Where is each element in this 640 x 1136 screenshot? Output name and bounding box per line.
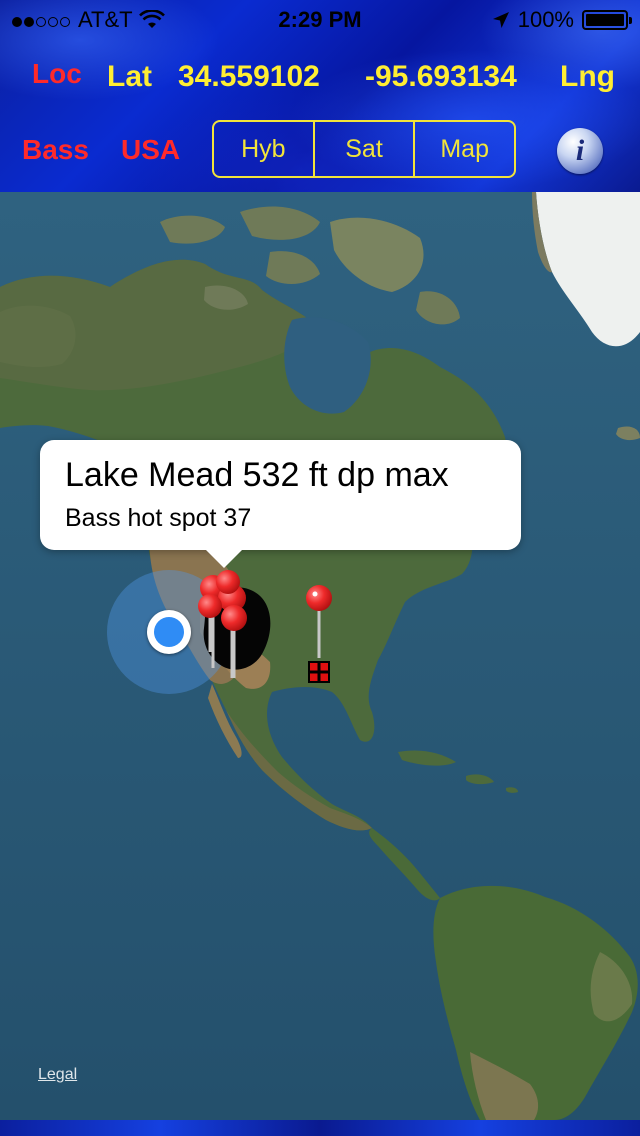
lng-value: -95.693134	[365, 60, 517, 93]
loc-button[interactable]: Loc	[32, 58, 82, 90]
pin-callout[interactable]: Lake Mead 532 ft dp max Bass hot spot 37	[40, 440, 521, 568]
battery-icon	[582, 10, 632, 30]
location-arrow-icon	[492, 12, 509, 28]
status-right: 100%	[492, 6, 632, 34]
lat-value: 34.559102	[178, 60, 320, 93]
callout-subtitle: Bass hot spot 37	[65, 504, 252, 532]
bottom-strip	[0, 1120, 640, 1136]
map-pin[interactable]	[306, 585, 332, 658]
map-pin[interactable]	[218, 584, 246, 678]
segment-map[interactable]: Map	[415, 122, 514, 176]
segment-hybrid[interactable]: Hyb	[214, 122, 315, 176]
usa-button[interactable]: USA	[121, 134, 180, 166]
lat-label: Lat	[107, 60, 152, 93]
legal-link[interactable]: Legal	[38, 1066, 77, 1084]
battery-percent: 100%	[517, 7, 574, 32]
map-pins	[198, 570, 332, 683]
segment-satellite[interactable]: Sat	[315, 122, 416, 176]
callout-title: Lake Mead 532 ft dp max	[65, 456, 449, 494]
bass-button[interactable]: Bass	[22, 134, 89, 166]
lng-label: Lng	[560, 60, 615, 93]
map-type-segmented-control[interactable]: Hyb Sat Map	[212, 120, 516, 178]
map-pin[interactable]	[221, 605, 247, 678]
map-pin[interactable]	[198, 594, 222, 652]
info-button[interactable]: i	[557, 128, 603, 174]
satellite-map[interactable]: Lake Mead 532 ft dp max Bass hot spot 37…	[0, 192, 640, 1120]
map-pin[interactable]	[216, 570, 240, 594]
target-marker-icon	[308, 661, 330, 683]
info-icon: i	[575, 134, 585, 167]
app-header: AT&T 2:29 PM 100% Loc Lat 34.559102 -95.…	[0, 0, 640, 192]
